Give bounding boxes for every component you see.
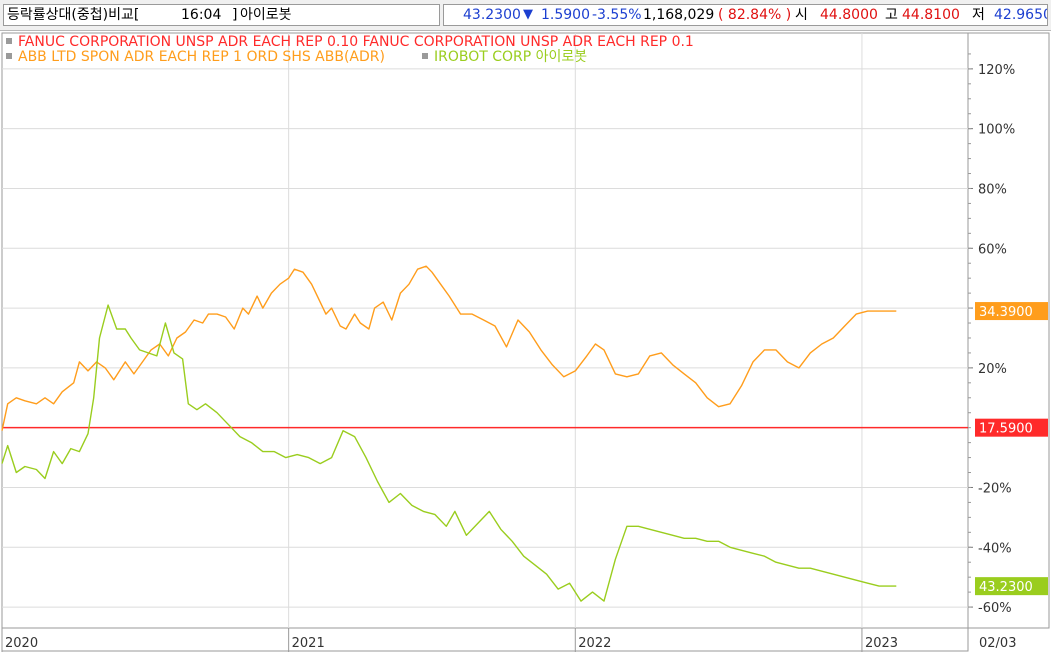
line-chart[interactable]: 120%100%80%60%40%20%-20%-40%-60%20202021… bbox=[0, 31, 1051, 652]
x-tick-label-date: 02/03 bbox=[979, 636, 1016, 651]
end-tag-label-abb: 34.3900 bbox=[979, 305, 1033, 320]
bracket-close: ] bbox=[232, 7, 238, 23]
legend-marker bbox=[6, 53, 12, 59]
x-tick-label: 2021 bbox=[292, 636, 325, 651]
legend-irobot: IROBOT CORP 아이로봇 bbox=[434, 49, 587, 65]
end-tag-label-fanuc: 17.5900 bbox=[979, 422, 1033, 437]
down-arrow-icon: ▼ bbox=[523, 7, 533, 22]
legend-marker bbox=[422, 53, 428, 59]
change-percent: -3.55% bbox=[592, 7, 642, 23]
y-tick-label: -20% bbox=[978, 481, 1012, 496]
plot-frame bbox=[1, 32, 969, 629]
x-tick-label: 2020 bbox=[5, 636, 38, 651]
y-tick-label: 60% bbox=[978, 242, 1007, 257]
y-tick-label: -40% bbox=[978, 541, 1012, 556]
open-price: 44.8000 bbox=[820, 7, 878, 23]
high-price: 44.8100 bbox=[902, 7, 960, 23]
y-tick-label: 80% bbox=[978, 182, 1007, 197]
quote-panel: 43.2300 ▼ 1.5900 -3.55% 1,168,029 ( 82.8… bbox=[443, 4, 1048, 26]
y-tick-label: -60% bbox=[978, 601, 1012, 616]
y-tick-label: 100% bbox=[978, 123, 1015, 138]
price-change: 1.5900 bbox=[541, 7, 590, 23]
legend-abb: ABB LTD SPON ADR EACH REP 1 ORD SHS ABB(… bbox=[18, 49, 385, 65]
low-label: 저 bbox=[972, 7, 985, 23]
chart-title: 등락률상대(중첩)비교[ bbox=[7, 7, 140, 23]
end-tag-label-irobot: 43.2300 bbox=[979, 580, 1033, 595]
x-axis-panel bbox=[1, 627, 969, 652]
stock-name[interactable]: 아이로봇 bbox=[240, 5, 292, 25]
y-tick-label: 20% bbox=[978, 362, 1007, 377]
volume-ratio: ( 82.84% ) bbox=[718, 7, 792, 23]
volume: 1,168,029 bbox=[643, 7, 715, 23]
legend-fanuc: FANUC CORPORATION UNSP ADR EACH REP 0.10… bbox=[18, 34, 694, 50]
stock-selector[interactable]: 등락률상대(중첩)비교[ 16:04 ] 아이로봇 bbox=[3, 4, 440, 26]
legend-marker bbox=[6, 38, 12, 44]
low-price: 42.9650 bbox=[994, 7, 1048, 23]
y-tick-label: 120% bbox=[978, 63, 1015, 78]
current-price: 43.2300 bbox=[463, 7, 521, 23]
header-bar: 등락률상대(중첩)비교[ 16:04 ] 아이로봇 43.2300 ▼ 1.59… bbox=[0, 0, 1051, 31]
high-label: 고 bbox=[885, 7, 898, 23]
x-tick-label: 2022 bbox=[578, 636, 611, 651]
x-tick-label: 2023 bbox=[865, 636, 898, 651]
time-input[interactable]: 16:04 bbox=[181, 5, 221, 25]
open-label: 시 bbox=[795, 7, 808, 23]
chart-window: 등락률상대(중첩)비교[ 16:04 ] 아이로봇 43.2300 ▼ 1.59… bbox=[0, 0, 1051, 652]
